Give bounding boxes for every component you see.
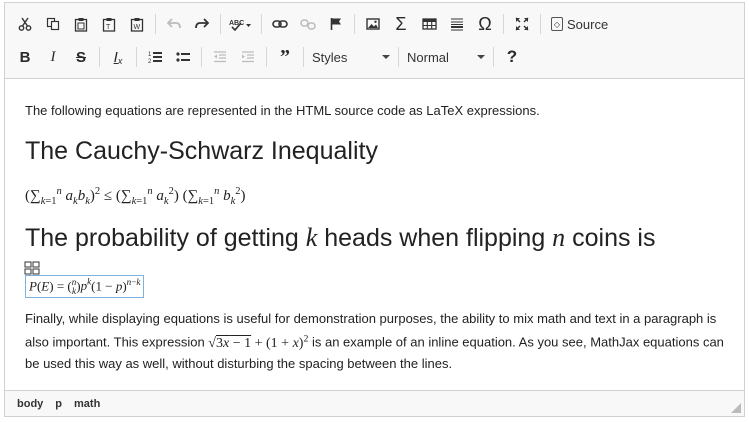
path-item-body[interactable]: body	[17, 398, 43, 410]
strikethrough-icon[interactable]: S	[69, 44, 93, 70]
remove-format-icon[interactable]: Ix	[106, 44, 130, 70]
maximize-icon[interactable]	[510, 11, 534, 37]
spellcheck-icon[interactable]: ABC	[227, 11, 255, 37]
intro-paragraph: The following equations are represented …	[25, 103, 540, 118]
toolbar-separator	[201, 47, 202, 67]
copy-icon[interactable]	[41, 11, 65, 37]
source-icon: ◇	[551, 17, 563, 31]
cauchy-schwarz-equation[interactable]: (∑k=1n akbk)2 ≤ (∑k=1n ak2) (∑k=1n bk2)	[25, 186, 246, 207]
outdent-icon[interactable]	[208, 44, 232, 70]
special-char-omega-icon[interactable]: Ω	[473, 11, 497, 37]
toolbar-separator	[99, 47, 100, 67]
widget-drag-handle-icon[interactable]	[24, 261, 40, 275]
editor-toolbar: T W ABC Σ Ω ◇ Source B I S I x 1 2 ” Sty…	[5, 3, 744, 79]
anchor-flag-icon[interactable]	[324, 11, 348, 37]
horizontal-line-icon[interactable]	[445, 11, 469, 37]
toolbar-separator	[503, 14, 504, 34]
heading-probability: The probability of getting k heads when …	[25, 223, 655, 253]
math-var-n: n	[552, 223, 566, 252]
source-button-label: Source	[567, 16, 609, 32]
toolbar-row-1: T W ABC Σ Ω ◇ Source	[13, 9, 614, 39]
redo-icon[interactable]	[190, 11, 214, 37]
cut-icon[interactable]	[13, 11, 37, 37]
math-sigma-icon[interactable]: Σ	[389, 11, 413, 37]
toolbar-separator	[155, 14, 156, 34]
indent-icon[interactable]	[236, 44, 260, 70]
heading-text: The probability of getting	[25, 224, 306, 252]
format-dropdown-value: Normal	[407, 49, 449, 65]
toolbar-row-2: B I S Ix 12 ” Styles Normal ?	[13, 42, 528, 72]
link-icon[interactable]	[268, 11, 292, 37]
styles-dropdown-value: Styles	[312, 49, 348, 65]
inline-equation[interactable]: √3x − 1 + (1 + x)2	[208, 333, 308, 351]
source-button[interactable]: ◇ Source	[547, 12, 614, 36]
numbered-list-icon[interactable]: 12	[143, 44, 167, 70]
blockquote-icon[interactable]: ”	[273, 44, 297, 70]
toolbar-separator	[136, 47, 137, 67]
svg-text:W: W	[134, 24, 141, 31]
path-item-p[interactable]: p	[55, 398, 62, 410]
svg-text:2: 2	[148, 59, 152, 64]
table-icon[interactable]	[417, 11, 441, 37]
chevron-down-icon	[477, 55, 485, 59]
toolbar-separator	[354, 14, 355, 34]
heading-text: coins is	[565, 224, 656, 252]
heading-text: heads when flipping	[317, 224, 553, 252]
toolbar-separator	[303, 47, 304, 67]
italic-icon[interactable]: I	[41, 44, 65, 70]
editor-content-area[interactable]: The following equations are represented …	[5, 80, 744, 390]
toolbar-separator	[220, 14, 221, 34]
toolbar-separator	[398, 47, 399, 67]
resize-handle-icon[interactable]	[731, 403, 741, 413]
svg-text:1: 1	[148, 52, 152, 58]
undo-icon[interactable]	[162, 11, 186, 37]
toolbar-separator	[261, 14, 262, 34]
unlink-icon[interactable]	[296, 11, 320, 37]
rich-text-editor: T W ABC Σ Ω ◇ Source B I S I x 1 2 ” Sty…	[4, 2, 745, 417]
paste-text-icon[interactable]: T	[97, 11, 121, 37]
paste-word-icon[interactable]: W	[125, 11, 149, 37]
bulleted-list-icon[interactable]	[171, 44, 195, 70]
toolbar-separator	[540, 14, 541, 34]
styles-dropdown[interactable]: Styles	[310, 45, 396, 69]
element-path-statusbar: body p math	[5, 390, 744, 416]
toolbar-separator	[266, 47, 267, 67]
closing-paragraph: Finally, while displaying equations is u…	[25, 309, 725, 374]
chevron-down-icon	[382, 55, 390, 59]
svg-text:ABC: ABC	[229, 20, 244, 27]
bold-icon[interactable]: B	[13, 44, 37, 70]
image-icon[interactable]	[361, 11, 385, 37]
path-item-math[interactable]: math	[74, 398, 100, 410]
heading-cauchy-schwarz: The Cauchy-Schwarz Inequality	[25, 137, 378, 165]
help-icon[interactable]: ?	[500, 44, 524, 70]
format-dropdown[interactable]: Normal	[405, 45, 491, 69]
svg-text:T: T	[106, 24, 111, 31]
toolbar-separator	[493, 47, 494, 67]
paste-icon[interactable]	[69, 11, 93, 37]
binomial-probability-equation[interactable]: P(E) = (n k)pk(1 − p)n−k	[25, 275, 145, 299]
math-var-k: k	[305, 223, 318, 252]
